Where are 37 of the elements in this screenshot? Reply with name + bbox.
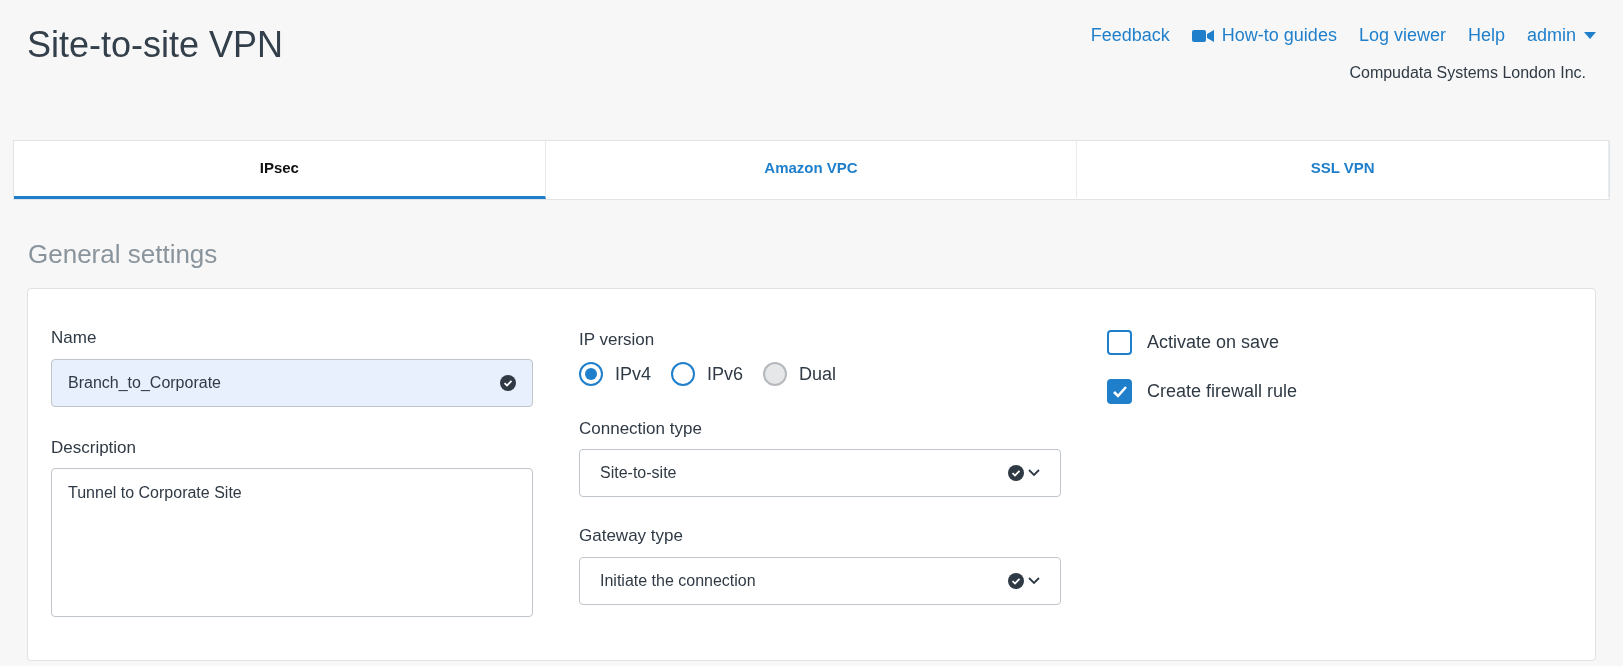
checkbox-label: Activate on save xyxy=(1147,331,1280,354)
description-textarea[interactable]: Tunnel to Corporate Site xyxy=(51,468,533,617)
header-link[interactable]: Log viewer xyxy=(1358,22,1446,49)
section-title: General settings xyxy=(27,238,219,271)
guides-link[interactable]: How-to guides xyxy=(1191,22,1337,49)
radio-label: Dual xyxy=(799,362,837,386)
chevron-down-icon xyxy=(1028,576,1040,585)
field-label: IP version xyxy=(579,329,656,351)
checkbox[interactable] xyxy=(1107,330,1132,355)
chevron-down-icon xyxy=(1028,469,1040,477)
field-label: Description xyxy=(51,436,138,459)
user-menu[interactable]: admin xyxy=(1526,22,1596,49)
check-circle-icon xyxy=(500,374,516,391)
checkbox-label: Create firewall rule xyxy=(1147,380,1298,403)
page-title: Site-to-site VPN xyxy=(27,23,284,67)
checkbox[interactable] xyxy=(1107,379,1132,404)
name-input[interactable]: Branch_to_Corporate xyxy=(51,358,533,407)
organization-name: Compudata Systems London Inc. xyxy=(1349,63,1587,83)
field-label: Gateway type xyxy=(579,525,684,547)
field-label: Connection type xyxy=(579,417,703,440)
tab[interactable]: SSL VPN xyxy=(1077,141,1609,199)
field-label: Name xyxy=(51,327,98,349)
radio-label: IPv4 xyxy=(615,362,652,386)
check-circle-icon xyxy=(1008,465,1024,481)
tab[interactable]: Amazon VPC xyxy=(545,141,1078,199)
check-circle-icon xyxy=(1008,572,1024,589)
caret-icon xyxy=(1584,31,1596,40)
dropdown[interactable]: Site-to-site xyxy=(579,449,1061,497)
tab[interactable]: IPsec xyxy=(14,141,546,199)
header-link[interactable]: Help xyxy=(1467,22,1505,49)
radio-button[interactable] xyxy=(671,362,696,386)
video-camera-icon xyxy=(1191,28,1214,43)
radio-label: IPv6 xyxy=(707,362,744,386)
dropdown[interactable]: Initiate the connection xyxy=(579,556,1061,605)
checkmark-icon xyxy=(1111,384,1128,399)
radio-button[interactable] xyxy=(579,362,603,386)
header-link[interactable]: Feedback xyxy=(1090,22,1170,49)
